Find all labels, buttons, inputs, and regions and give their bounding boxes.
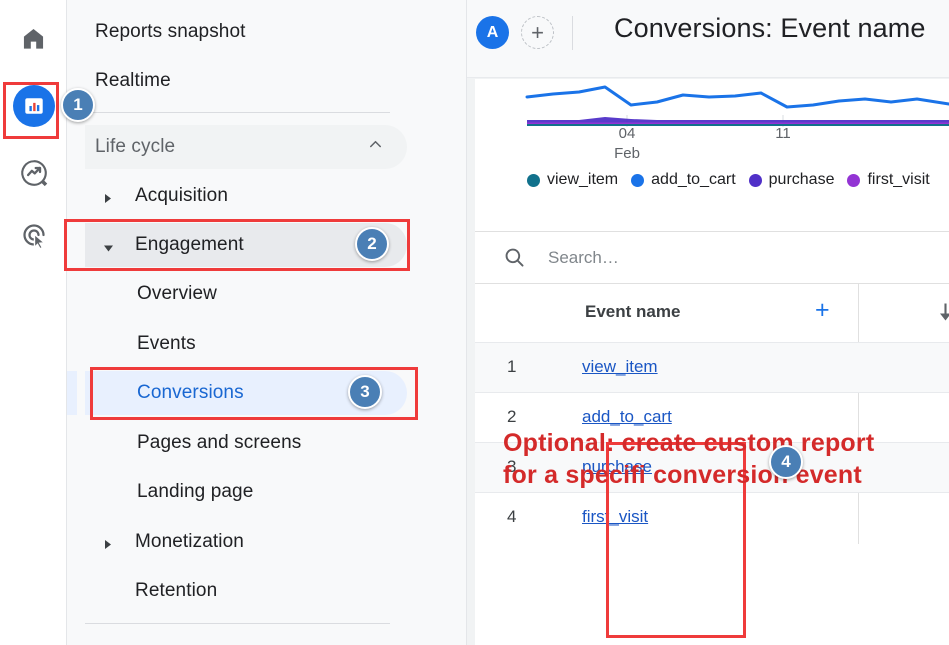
step-badge-4: 4 <box>769 445 803 479</box>
sidebar-item-acquisition[interactable]: Acquisition <box>85 174 407 218</box>
legend-label: add_to_cart <box>651 171 736 188</box>
sidebar-item-realtime[interactable]: Realtime <box>85 59 407 103</box>
sidebar-item-overview[interactable]: Overview <box>85 272 407 316</box>
legend-label: view_item <box>547 171 619 188</box>
reports-icon[interactable] <box>11 83 56 128</box>
x-tick-label-feb: Feb <box>614 145 640 162</box>
sidebar-active-indicator <box>67 371 77 415</box>
advertising-icon[interactable] <box>11 212 56 257</box>
report-card: 04 Feb 11 view_item add_to_cart purchase <box>475 79 949 645</box>
search-input[interactable] <box>546 246 900 269</box>
x-tick-label-11: 11 <box>775 125 791 142</box>
sidebar-divider-top <box>85 112 390 113</box>
sidebar-item-retention[interactable]: Retention <box>85 569 407 613</box>
search-bar[interactable] <box>475 231 949 284</box>
chevron-right-icon <box>103 191 113 203</box>
sidebar-item-landing-page[interactable]: Landing page <box>85 470 407 514</box>
event-name-link[interactable]: first_visit <box>582 507 648 527</box>
sidebar-item-label: Landing page <box>137 481 254 502</box>
event-name-link[interactable]: add_to_cart <box>582 407 672 427</box>
sidebar-item-label: Retention <box>135 580 218 601</box>
step-badge-1: 1 <box>61 88 95 122</box>
add-comparison-button[interactable]: + <box>521 16 554 49</box>
chart-canvas <box>525 85 949 127</box>
sidebar-item-label: Overview <box>137 283 217 304</box>
table-row[interactable]: 4 first_visit <box>475 492 949 542</box>
legend-label: purchase <box>768 171 835 188</box>
chevron-up-icon[interactable] <box>366 135 385 159</box>
chevron-right-icon <box>103 537 113 549</box>
column-header-event-name[interactable]: Event name <box>585 302 680 322</box>
legend-item-view-item[interactable]: view_item <box>527 171 618 189</box>
legend-item-first-visit[interactable]: first_visit <box>847 171 930 189</box>
row-index: 1 <box>507 357 517 376</box>
step-badge-3: 3 <box>348 375 382 409</box>
x-tick-label-04: 04 <box>618 125 636 142</box>
sidebar-item-pages-and-screens[interactable]: Pages and screens <box>85 421 407 465</box>
explore-icon[interactable] <box>11 150 56 195</box>
sidebar-divider-bottom <box>85 623 390 624</box>
step-badge-2: 2 <box>355 227 389 261</box>
sidebar-item-label: Events <box>137 333 196 354</box>
legend-label: first_visit <box>867 171 930 188</box>
analytics-screen: Reports snapshot Realtime Life cycle Acq… <box>0 0 949 645</box>
header-separator <box>572 16 573 50</box>
annotation-note: Optional: create custom report for a spe… <box>503 429 875 489</box>
page-title: Conversions: Event name <box>614 13 926 43</box>
sidebar-item-label: Pages and screens <box>137 432 302 453</box>
chart-legend: view_item add_to_cart purchase first_vis… <box>475 171 930 189</box>
events-table: Event name + 1 view_item 2 add_to_cart 3… <box>475 284 949 544</box>
legend-color-swatch-icon <box>631 173 645 187</box>
table-row[interactable]: 1 view_item <box>475 342 949 392</box>
sidebar-section-life-cycle[interactable]: Life cycle <box>85 125 407 169</box>
chevron-down-icon <box>103 240 113 252</box>
series-add-to-cart-line <box>525 85 949 109</box>
sidebar-item-label: Realtime <box>95 70 171 91</box>
add-dimension-button[interactable]: + <box>815 298 830 323</box>
table-header-row: Event name + <box>475 284 949 342</box>
sidebar-item-label: Conversions <box>137 382 244 403</box>
row-index: 4 <box>507 507 517 526</box>
sort-descending-icon[interactable] <box>937 302 949 327</box>
sidebar-section-label: Life cycle <box>95 136 176 157</box>
legend-item-add-to-cart[interactable]: add_to_cart <box>631 171 736 189</box>
legend-color-swatch-icon <box>527 173 540 187</box>
navigation-sidebar: Reports snapshot Realtime Life cycle Acq… <box>67 0 467 645</box>
home-icon[interactable] <box>11 16 56 61</box>
legend-item-purchase[interactable]: purchase <box>748 171 835 189</box>
sidebar-item-reports-snapshot[interactable]: Reports snapshot <box>85 10 407 54</box>
sidebar-item-label: Reports snapshot <box>95 21 246 42</box>
search-icon <box>503 246 526 269</box>
conversions-line-chart[interactable]: 04 Feb 11 view_item add_to_cart purchase <box>475 79 949 209</box>
legend-color-swatch-icon <box>748 173 762 187</box>
event-name-link[interactable]: view_item <box>582 357 658 377</box>
reports-icon-circle <box>12 84 55 127</box>
main-content: A + Conversions: Event name 04 Feb 11 vi… <box>467 0 949 645</box>
report-header: A + Conversions: Event name <box>467 0 949 78</box>
row-index: 2 <box>507 407 517 426</box>
icon-rail <box>0 0 67 645</box>
sidebar-item-monetization[interactable]: Monetization <box>85 520 407 564</box>
sidebar-item-events[interactable]: Events <box>85 322 407 366</box>
avatar[interactable]: A <box>476 16 509 49</box>
legend-color-swatch-icon <box>847 173 861 187</box>
